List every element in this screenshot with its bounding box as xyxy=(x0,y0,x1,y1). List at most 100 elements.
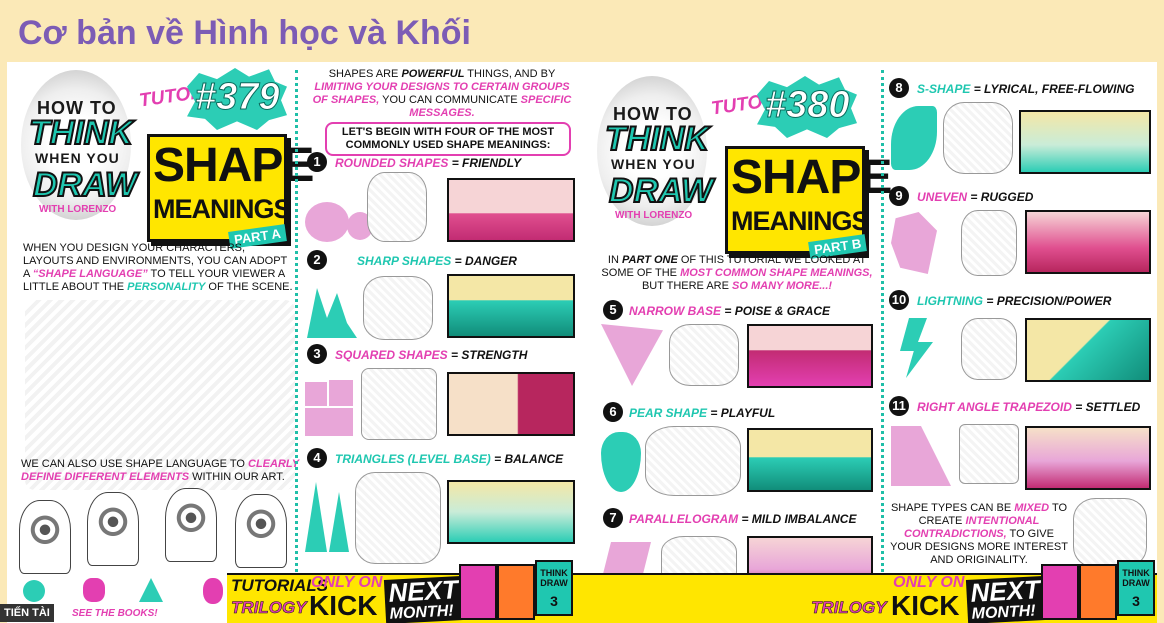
tutorial-image: HOW TO THINK WHEN YOU DRAW WITH LORENZO … xyxy=(7,62,1157,623)
item-7-number: 7 xyxy=(603,508,623,528)
logo-with-lorenzo-2: WITH LORENZO xyxy=(615,210,693,221)
bottom-shape-1 xyxy=(23,580,45,602)
scene-playful xyxy=(747,428,873,492)
page-header: Cơ bản về Hình học và Khối xyxy=(0,0,1164,62)
kick-label: KICK xyxy=(309,590,378,621)
trapezoid-character-sketch xyxy=(959,424,1019,484)
item-2-number: 2 xyxy=(307,250,327,270)
book-cover-5 xyxy=(1079,564,1117,620)
bottom-shape-3 xyxy=(139,578,163,602)
shape-title-2: SHAPE xyxy=(731,151,892,204)
item-4-name: Triangles (level base) xyxy=(335,452,491,466)
left-intro-run-3: personality xyxy=(127,281,206,293)
item-1-meaning: Friendly xyxy=(462,156,522,170)
tutorial-number: #379 xyxy=(195,76,281,119)
item-4-number: 4 xyxy=(307,448,327,468)
tutorial-number-2: #380 xyxy=(765,84,851,127)
right-mixed-run-1: mixed xyxy=(1014,502,1050,514)
logo-draw: DRAW xyxy=(32,165,138,205)
item-6-heading: Pear shape = Playful xyxy=(629,406,776,420)
right-mixed-run-0: Shape types can be xyxy=(890,502,1015,514)
tutorial-380-panel: HOW TO THINK WHEN YOU DRAW WITH LORENZO … xyxy=(585,62,1157,623)
intro-text-2: In part one of this tutorial we looked a… xyxy=(597,254,877,293)
item-11-name: Right angle trapezoid xyxy=(917,400,1072,414)
define-elements-text: We can also use shape language to clearl… xyxy=(21,458,301,484)
meanings-title-2: MEANINGS xyxy=(731,206,870,236)
item-4-meaning: Balance xyxy=(504,452,564,466)
dotted-divider-left xyxy=(295,70,298,615)
month-label: MONTH! xyxy=(389,602,455,623)
lightning-character-sketch xyxy=(961,318,1017,380)
squared-shape-3 xyxy=(305,408,353,436)
scene-rugged xyxy=(1025,210,1151,274)
item-5-number: 5 xyxy=(603,300,623,320)
scene-lyrical xyxy=(1019,110,1151,174)
left-top-run-2: things, and by xyxy=(464,68,556,80)
item-7-heading: Parallelogram = Mild imbalance xyxy=(629,512,857,526)
trilogy-label-2: TRILOGY xyxy=(811,598,887,618)
left-intro-run-4: of the scene. xyxy=(205,281,293,293)
begin-banner-text: Let's begin with four of the most common… xyxy=(341,126,555,151)
item-5-meaning: Poise & Grace xyxy=(734,304,831,318)
squared-character-sketch xyxy=(361,368,437,440)
logo-with-lorenzo: WITH LORENZO xyxy=(39,204,117,215)
book-cover-4 xyxy=(1041,564,1079,620)
item-4-heading: Triangles (level base) = Balance xyxy=(335,452,564,466)
uneven-character-sketch xyxy=(961,210,1017,276)
item-6-number: 6 xyxy=(603,402,623,422)
plant-sketch-4 xyxy=(235,494,287,568)
next-month-badge-2: NEXT MONTH! xyxy=(965,574,1046,623)
book-number: 3 xyxy=(550,593,558,609)
item-8-meaning: Lyrical, free-flowing xyxy=(984,82,1135,96)
item-1-number: 1 xyxy=(307,152,327,172)
item-6-name: Pear shape xyxy=(629,406,708,420)
rounded-shape-1 xyxy=(305,202,349,242)
scene-friendly xyxy=(447,178,575,242)
begin-banner: Let's begin with four of the most common… xyxy=(325,122,571,156)
book-cover-2 xyxy=(497,564,535,620)
item-5-name: Narrow base xyxy=(629,304,721,318)
triangle-character-sketch xyxy=(355,472,441,564)
scene-poise-grace xyxy=(747,324,873,388)
logo-think-2: THINK xyxy=(604,119,710,159)
mixed-character-sketch xyxy=(1073,498,1147,568)
left-top-run-1: powerful xyxy=(401,68,465,80)
scene-strength xyxy=(447,372,575,436)
narrow-base-character-sketch xyxy=(669,324,739,386)
scene-balance xyxy=(447,480,575,544)
pear-character-sketch xyxy=(645,426,741,496)
see-books-link[interactable]: SEE THE BOOKS! xyxy=(72,608,158,619)
item-3-number: 3 xyxy=(307,344,327,364)
kick-label-2: KICK xyxy=(891,590,960,621)
next-label: NEXT xyxy=(387,574,459,608)
left-top-run-4: you can communicate xyxy=(379,94,521,106)
scene-settled xyxy=(1025,426,1151,490)
uneven-shape xyxy=(891,212,937,274)
item-8-heading: S-shape = Lyrical, free-flowing xyxy=(917,82,1135,96)
book-cover-6: THINK DRAW 3 xyxy=(1117,560,1155,616)
item-2-name: Sharp shapes xyxy=(357,254,452,268)
scene-danger xyxy=(447,274,575,338)
item-2-heading: Sharp shapes = Danger xyxy=(357,254,517,268)
right-intro-run-5: so many more...! xyxy=(732,280,833,292)
book-cover-1 xyxy=(459,564,497,620)
rounded-character-sketch xyxy=(367,172,427,242)
item-3-name: Squared shapes xyxy=(335,348,448,362)
logo-when-you: WHEN YOU xyxy=(35,150,120,166)
left-intro-run-1: “shape language” xyxy=(32,268,148,280)
item-3-meaning: Strength xyxy=(461,348,528,362)
dotted-divider-right xyxy=(881,70,884,615)
bottom-shape-2 xyxy=(83,578,105,602)
item-7-name: Parallelogram xyxy=(629,512,739,526)
scene-precision-power xyxy=(1025,318,1151,382)
book-cover-3: THINK DRAW 3 xyxy=(535,560,573,616)
item-11-meaning: Settled xyxy=(1085,400,1141,414)
triangle-shape-2 xyxy=(329,492,349,552)
item-5-heading: Narrow base = Poise & Grace xyxy=(629,304,831,318)
item-6-meaning: Playful xyxy=(720,406,776,420)
logo-when-you-2: WHEN YOU xyxy=(611,156,696,172)
logo-think: THINK xyxy=(28,113,134,153)
book-title-2: THINK DRAW xyxy=(1122,568,1150,588)
item-10-number: 10 xyxy=(889,290,909,310)
bottom-shape-4 xyxy=(203,578,223,604)
